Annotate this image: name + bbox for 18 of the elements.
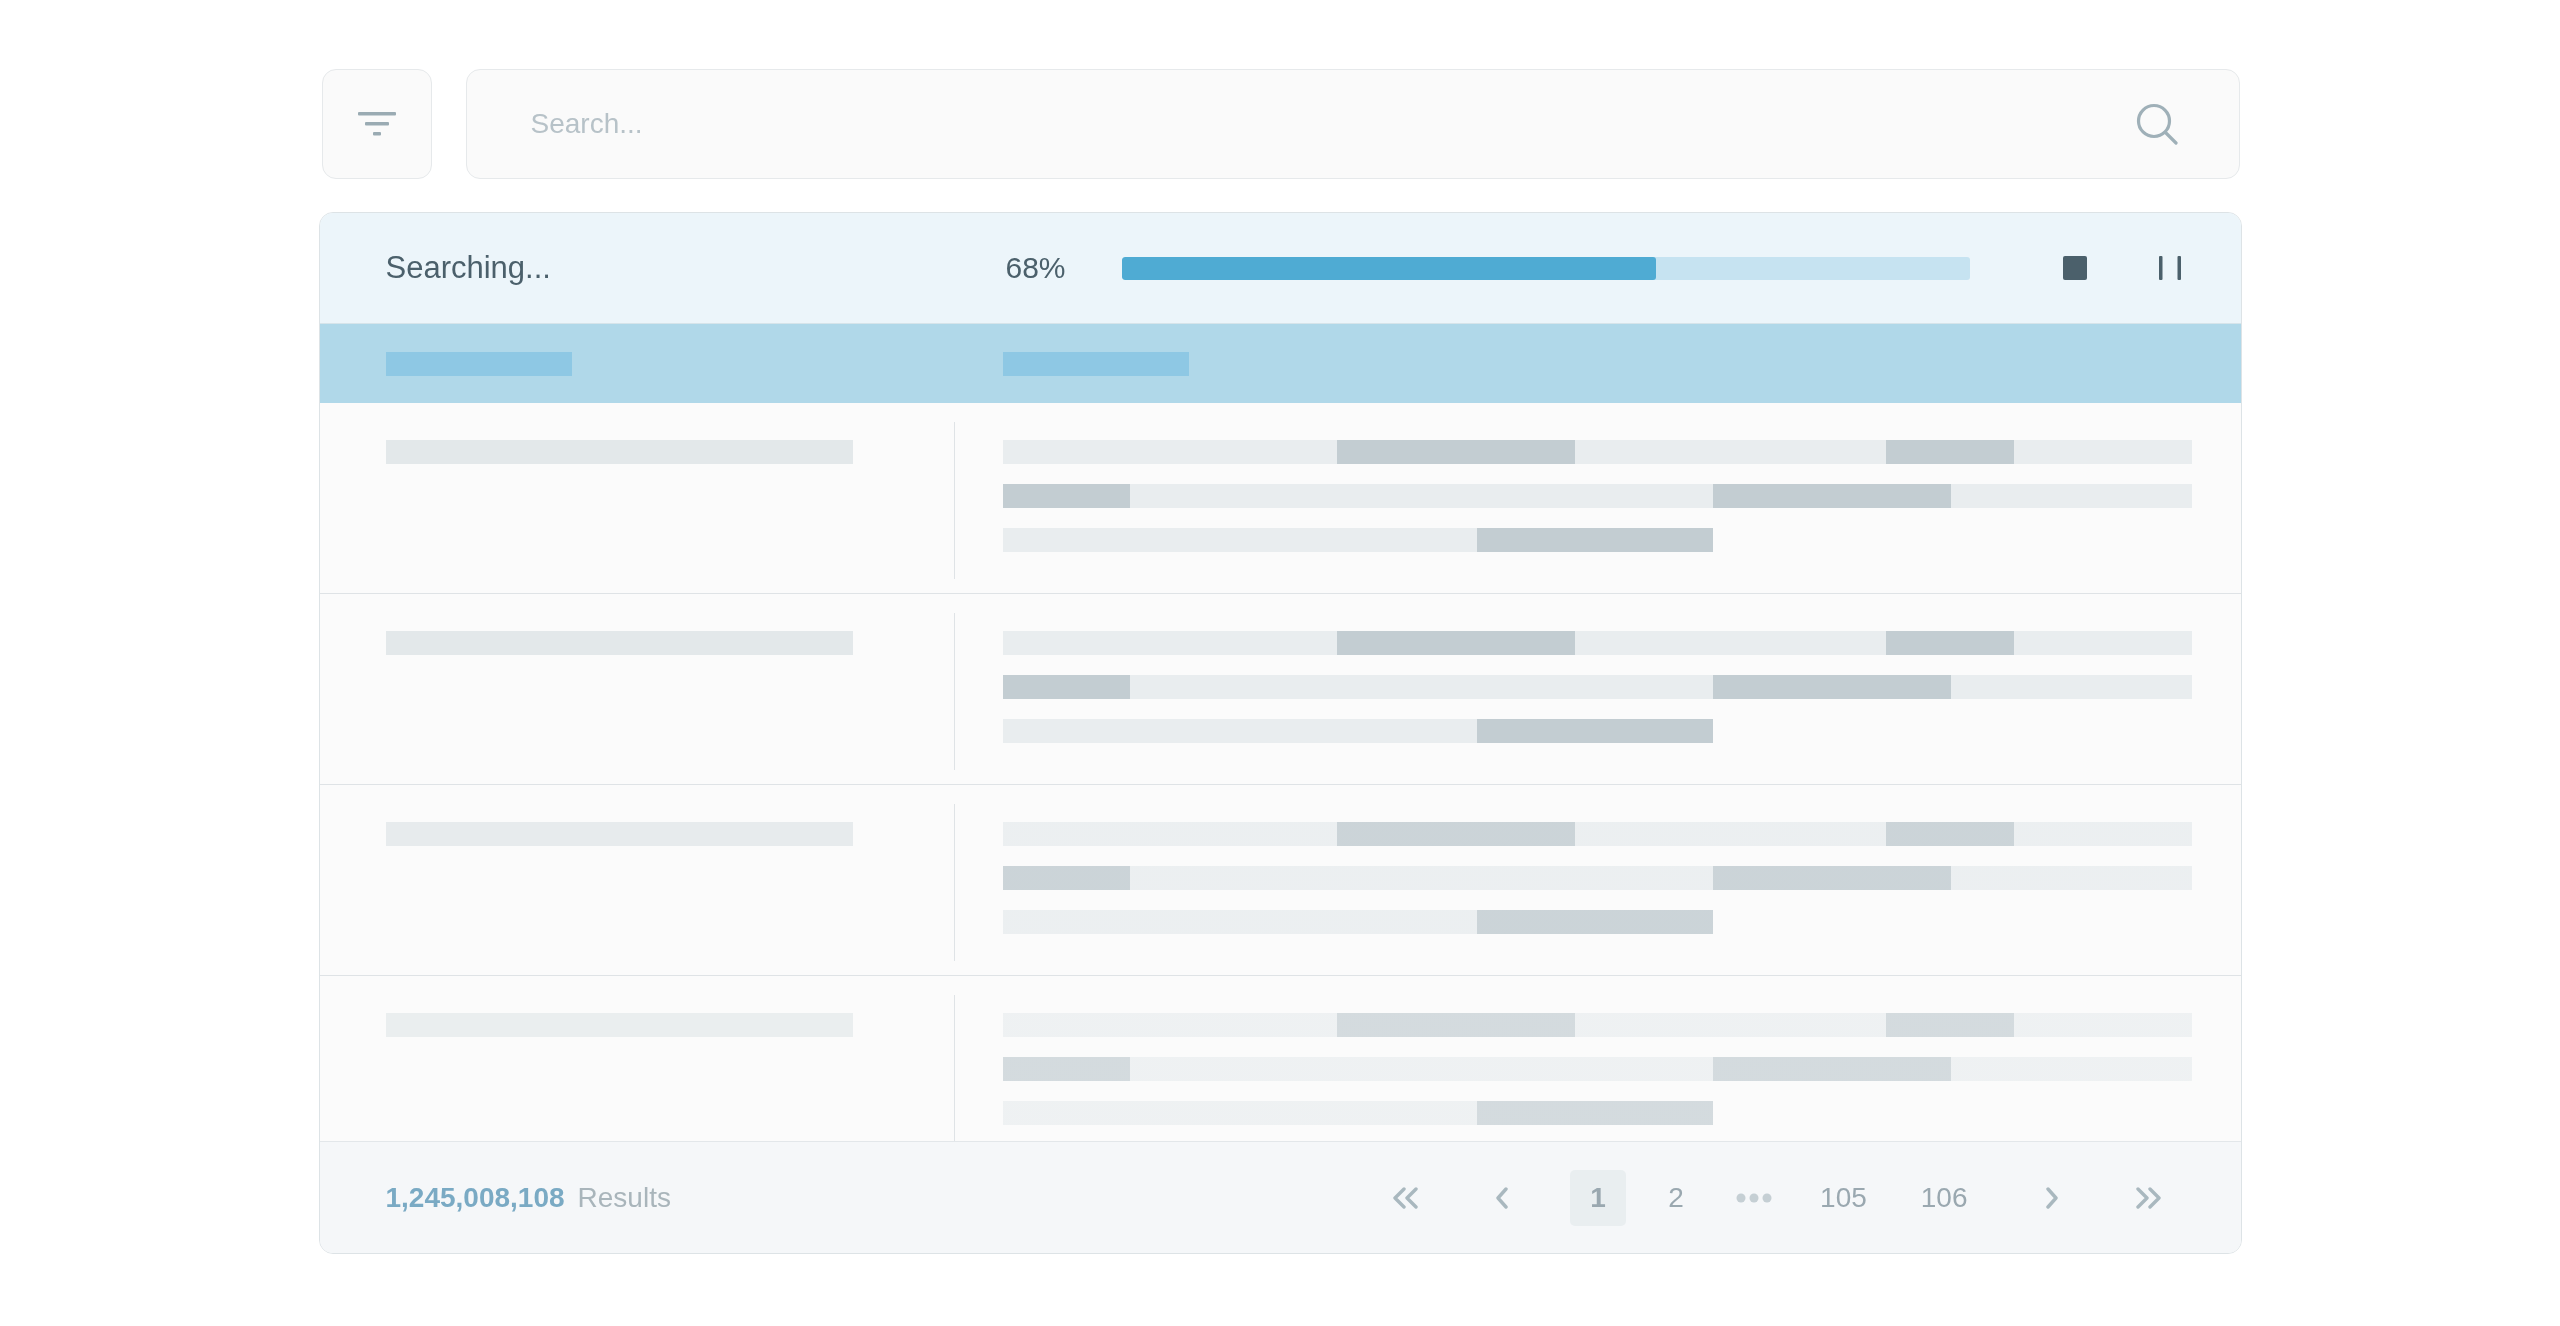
progress-percent: 68% — [1005, 251, 1066, 285]
filter-icon — [357, 112, 396, 136]
double-chevron-right-icon — [2133, 1186, 2162, 1209]
chevron-left-icon — [1495, 1186, 1510, 1209]
page-button[interactable]: 106 — [1904, 1169, 1984, 1226]
search-icon[interactable] — [2135, 103, 2178, 145]
search-field[interactable]: Search... — [465, 69, 2240, 179]
filter-button[interactable] — [321, 69, 432, 179]
page-button[interactable]: 2 — [1648, 1169, 1705, 1226]
page-button[interactable]: 1 — [1570, 1169, 1627, 1226]
stop-icon — [2062, 256, 2087, 280]
status-text: Searching... — [385, 250, 551, 285]
double-chevron-left-icon — [1392, 1186, 1421, 1209]
page-button[interactable]: 105 — [1804, 1169, 1883, 1226]
pause-icon — [2158, 256, 2181, 280]
results-label: Results — [577, 1181, 671, 1214]
result-count: 1,245,008,108 — [385, 1181, 565, 1214]
chevron-right-icon — [2044, 1186, 2059, 1209]
